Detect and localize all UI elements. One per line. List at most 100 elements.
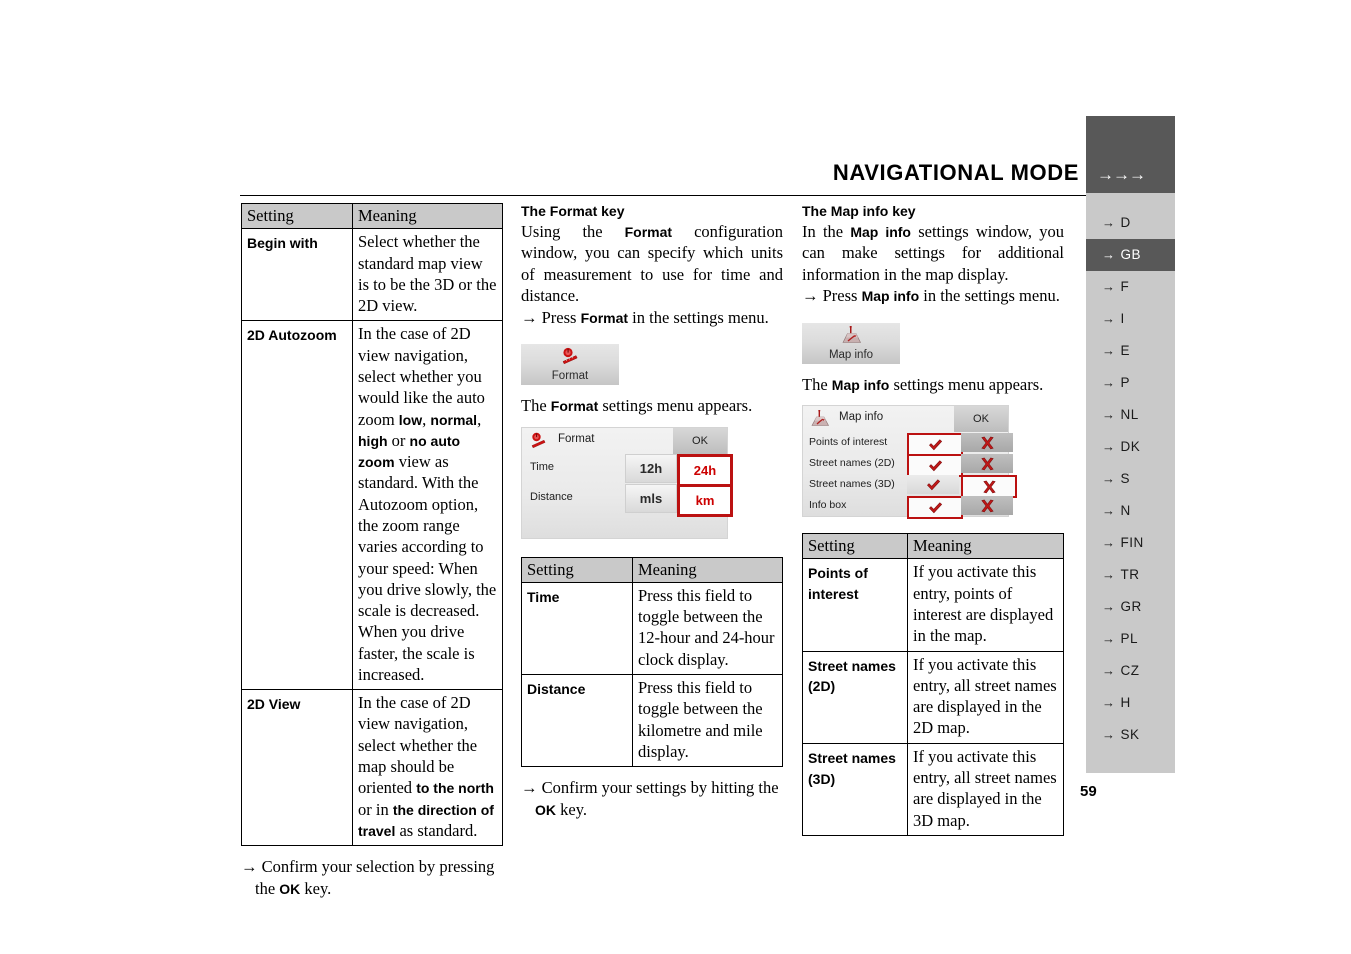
sidebar-item-pl[interactable]: → PL <box>1086 623 1175 655</box>
map-info-intro-paragraph: In the Map info settings window, you can… <box>802 222 1065 284</box>
arrow-right-icon: → <box>1102 279 1116 294</box>
col-header-setting: Setting <box>521 556 633 583</box>
page-number: 59 <box>1080 783 1097 800</box>
sidebar-item-p[interactable]: → P <box>1086 367 1175 399</box>
map-info-row: Street names (2D) <box>803 453 1013 478</box>
panel-ok-button[interactable]: OK <box>954 406 1008 433</box>
sidebar-item-f[interactable]: → F <box>1086 271 1175 303</box>
sidebar-item-dk[interactable]: → DK <box>1086 431 1175 463</box>
panel-title-bar: Format OK <box>522 427 727 454</box>
header-divider <box>240 195 1086 196</box>
format-option-24h[interactable]: 24h <box>677 453 733 487</box>
page-title: NAVIGATIONAL MODE <box>832 160 1079 185</box>
sidebar-item-label: F <box>1120 279 1130 294</box>
format-option-12h[interactable]: 12h <box>625 453 677 483</box>
column-middle: The Format key Using the Format configur… <box>521 203 783 820</box>
arrow-right-icon: → <box>1102 215 1116 230</box>
table-row: Street names (3D) If you activate this e… <box>802 742 1064 836</box>
map-info-disable-cell[interactable] <box>961 454 1013 474</box>
sidebar-item-e[interactable]: → E <box>1086 335 1175 367</box>
sidebar-item-sk[interactable]: → SK <box>1086 719 1175 751</box>
sidebar-item-nl[interactable]: → NL <box>1086 399 1175 431</box>
arrow-right-icon: → <box>1102 695 1116 710</box>
table-row: Street names (2D) If you activate this e… <box>802 650 1064 744</box>
sidebar-item-h[interactable]: → H <box>1086 687 1175 719</box>
map-info-enable-cell[interactable] <box>907 475 959 495</box>
format-option-mls[interactable]: mls <box>625 483 677 513</box>
format-row-time: Time 12h 24h <box>522 453 733 487</box>
clock-ruler-icon <box>562 348 578 365</box>
sidebar-arrows-icon: →→→ <box>1097 165 1146 184</box>
row-meaning-points-of-interest: If you activate this entry, points of in… <box>907 558 1064 652</box>
section-heading-map-info-key: The Map info key <box>802 203 916 219</box>
sidebar-item-d[interactable]: → D <box>1086 207 1175 239</box>
arrow-right-icon: → <box>1102 727 1116 742</box>
map-info-key-button[interactable]: Map info <box>802 322 900 364</box>
sidebar-item-i[interactable]: → I <box>1086 303 1175 335</box>
cross-icon <box>980 436 994 449</box>
row-meaning-2d-autozoom: In the case of 2D view navigation, selec… <box>352 320 503 691</box>
sidebar-item-label: FIN <box>1120 535 1144 550</box>
panel-title-format: Format <box>558 432 595 445</box>
sidebar-item-n[interactable]: → N <box>1086 495 1175 527</box>
row-setting-time: Time <box>521 581 633 676</box>
settings-table-map-info: Setting Meaning Points of interest If yo… <box>802 533 1064 836</box>
press-format-instruction: → Press Format in the settings menu. <box>521 307 769 327</box>
row-meaning-2d-view: In the case of 2D view navigation, selec… <box>352 689 503 847</box>
table-header-row: Setting Meaning <box>241 202 503 230</box>
row-meaning-distance: Press this field to toggle between the k… <box>632 674 783 768</box>
table-row: Begin with Select whether the standard m… <box>241 228 503 322</box>
arrow-right-icon: → <box>1102 663 1116 678</box>
map-info-disable-cell[interactable] <box>961 433 1013 453</box>
map-info-settings-panel: Map info OK Points of interest Street nam… <box>802 405 1017 520</box>
panel-ok-button[interactable]: OK <box>673 427 727 454</box>
map-info-disable-cell[interactable] <box>961 496 1013 516</box>
table-row: 2D View In the case of 2D view navigatio… <box>241 689 503 847</box>
col-header-meaning: Meaning <box>352 202 503 230</box>
row-setting-2d-view: 2D View <box>241 689 353 847</box>
map-info-icon <box>842 325 861 343</box>
section-heading-format-key: The Format key <box>521 203 625 219</box>
map-info-label: Street names (3D) <box>809 478 895 491</box>
arrow-right-icon: → <box>1102 535 1116 550</box>
check-icon <box>928 439 942 450</box>
sidebar-item-tr[interactable]: → TR <box>1086 559 1175 591</box>
arrow-right-icon: → <box>1102 439 1116 454</box>
arrow-right-icon: → <box>1102 311 1116 326</box>
format-intro-paragraph: Using the Format configuration window, y… <box>521 222 783 306</box>
sidebar-item-label: E <box>1120 343 1131 358</box>
sidebar-item-label: P <box>1120 375 1131 390</box>
column-right: The Map info key In the Map info setting… <box>802 203 1064 836</box>
sidebar-item-s[interactable]: → S <box>1086 463 1175 495</box>
arrow-right-icon: → <box>1102 567 1116 582</box>
row-setting-begin-with: Begin with <box>241 228 353 322</box>
sidebar-item-label: I <box>1120 311 1125 326</box>
format-option-km[interactable]: km <box>677 483 733 517</box>
sidebar-item-gb[interactable]: → GB <box>1086 239 1175 271</box>
row-meaning-street-names-3d: If you activate this entry, all street n… <box>907 742 1064 836</box>
format-key-button[interactable]: Format <box>521 344 619 386</box>
row-setting-points-of-interest: Points of interest <box>802 558 908 652</box>
table-header-row: Setting Meaning <box>802 533 1064 560</box>
sidebar-item-gr[interactable]: → GR <box>1086 591 1175 623</box>
table-row: Distance Press this field to toggle betw… <box>521 674 783 768</box>
sidebar-item-label: SK <box>1120 727 1140 742</box>
arrow-right-icon: → <box>1102 247 1116 262</box>
arrow-right-icon: → <box>1102 599 1116 614</box>
sidebar-item-label: D <box>1120 215 1131 230</box>
sidebar-item-cz[interactable]: → CZ <box>1086 655 1175 687</box>
sidebar-item-fin[interactable]: → FIN <box>1086 527 1175 559</box>
sidebar-item-label: TR <box>1120 567 1140 582</box>
check-icon <box>928 460 942 471</box>
arrow-right-icon: → <box>1102 375 1116 390</box>
sidebar-item-label: H <box>1120 695 1131 710</box>
map-info-enable-cell[interactable] <box>907 496 963 520</box>
page-header: NAVIGATIONAL MODE <box>240 150 1175 192</box>
confirm-settings-instruction: → Confirm your settings by hitting the O… <box>521 778 779 819</box>
map-info-row: Info box <box>803 495 1013 520</box>
check-icon <box>928 502 942 513</box>
sidebar-item-label: N <box>1120 503 1131 518</box>
settings-table-format: Setting Meaning Time Press this field to… <box>521 556 783 768</box>
col-header-setting: Setting <box>241 202 353 230</box>
sidebar-item-label: CZ <box>1120 663 1140 678</box>
